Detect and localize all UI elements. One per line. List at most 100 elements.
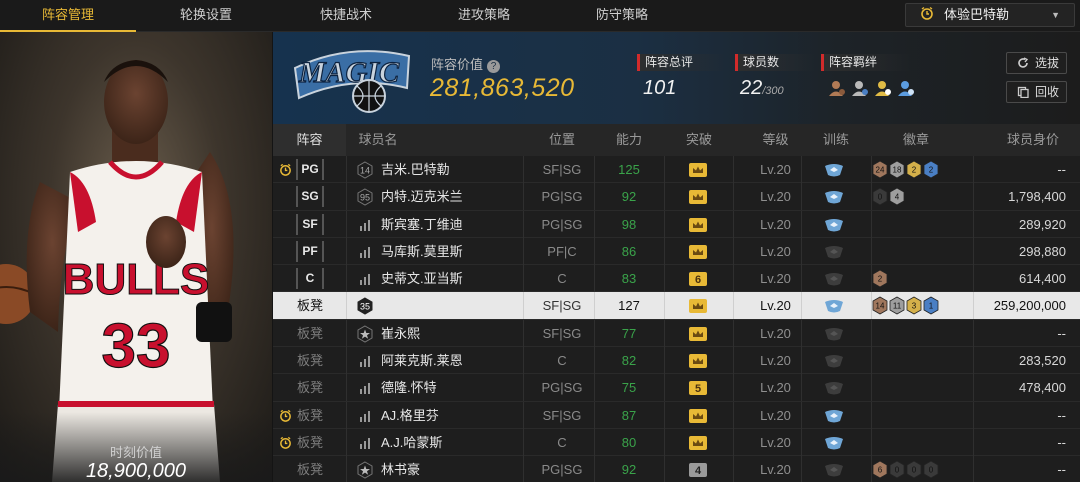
training-status[interactable] [823, 189, 845, 210]
team-bond-icons[interactable] [827, 78, 921, 98]
training-active-icon [825, 218, 843, 232]
player-name[interactable]: 内特.迈克米兰 [381, 183, 463, 210]
badge-count: 2 [878, 275, 883, 284]
col-training[interactable]: 训练 [801, 124, 871, 156]
training-status[interactable] [823, 217, 845, 238]
bond-icon-gold [875, 81, 891, 96]
lineup-slot[interactable]: 板凳 [287, 292, 333, 319]
training-status[interactable] [823, 271, 845, 292]
player-name[interactable]: 斯科特.皮蓬 [381, 292, 450, 319]
col-breakthrough[interactable]: 突破 [664, 124, 734, 156]
lineup-slot[interactable]: 板凳 [287, 429, 333, 456]
badge-group[interactable]: 14 11 3 1 [871, 296, 971, 315]
col-position[interactable]: 位置 [523, 124, 601, 156]
team-bond-label: 阵容羁绊 [821, 54, 911, 71]
badge-count: 6 [878, 466, 883, 475]
lineup-slot[interactable]: PF [296, 240, 324, 262]
column-divider [871, 210, 872, 238]
tab-rotation-settings[interactable]: 轮换设置 [136, 0, 276, 32]
table-row[interactable]: 板凳 林书豪 PG|SG 92 4 Lv.20 6 0 0 0 -- [273, 456, 1080, 482]
badge-group[interactable]: 2 [871, 269, 971, 288]
featured-player-panel: BULLS 33 时刻价值 18,900,000 [0, 32, 272, 482]
tab-quick-tactics[interactable]: 快捷战术 [276, 0, 416, 32]
player-name[interactable]: 阿莱克斯.莱恩 [381, 347, 463, 374]
tab-lineup-management[interactable]: 阵容管理 [0, 0, 136, 32]
badge-group[interactable]: 6 0 0 0 [871, 460, 971, 479]
training-status[interactable] [823, 408, 845, 429]
table-row[interactable]: C 史蒂文.亚当斯 C 83 6 Lv.20 2 614,400 [273, 265, 1080, 293]
col-worth[interactable]: 球员身价 [993, 124, 1073, 156]
player-name[interactable]: 斯宾塞.丁维迪 [381, 211, 463, 238]
player-name[interactable]: A.J.哈蒙斯 [381, 429, 442, 456]
lineup-slot[interactable]: SF [296, 213, 324, 235]
player-rating: 80 [621, 434, 637, 450]
col-rating[interactable]: 能力 [594, 124, 664, 156]
training-status[interactable] [823, 353, 845, 374]
column-divider [664, 156, 665, 183]
table-row[interactable]: 板凳 AJ.格里芬 SF|SG 87 Lv.20 -- [273, 401, 1080, 429]
player-name[interactable]: 德隆.怀特 [381, 374, 437, 401]
select-button[interactable]: 选拔 [1006, 52, 1067, 74]
lineup-slot[interactable]: 板凳 [287, 402, 333, 429]
training-status[interactable] [823, 326, 845, 347]
training-status[interactable] [823, 298, 845, 319]
team-value-label: 阵容价值? [431, 54, 501, 73]
training-status[interactable] [823, 244, 845, 265]
table-row[interactable]: 板凳 阿莱克斯.莱恩 C 82 Lv.20 283,520 [273, 347, 1080, 375]
table-row[interactable]: SG 95 内特.迈克米兰 PG|SG 92 Lv.20 0 4 1,798,400 [273, 183, 1080, 211]
training-status[interactable] [823, 380, 845, 401]
player-name[interactable]: 吉米.巴特勒 [381, 156, 450, 183]
player-select-dropdown[interactable]: 体验巴特勒 ▼ [905, 3, 1075, 27]
lineup-slot[interactable]: C [296, 268, 324, 290]
badge-icon: 2 [906, 160, 922, 179]
player-name[interactable]: 林书豪 [381, 456, 420, 482]
training-status[interactable] [823, 435, 845, 456]
lineup-slot[interactable]: 板凳 [287, 347, 333, 374]
tab-offense-strategy[interactable]: 进攻策略 [416, 0, 552, 32]
col-lineup[interactable]: 阵容 [273, 124, 346, 156]
breakthrough-badge: 4 [688, 462, 708, 482]
lineup-slot[interactable]: 板凳 [287, 456, 333, 482]
column-divider [346, 210, 347, 238]
table-row[interactable]: 板凳 德隆.怀特 PG|SG 75 5 Lv.20 478,400 [273, 374, 1080, 402]
lineup-slot[interactable]: SG [296, 186, 324, 208]
table-row[interactable]: SF 斯宾塞.丁维迪 PG|SG 98 Lv.20 289,920 [273, 210, 1080, 238]
badge-icon: 11 [889, 297, 905, 315]
badge-icon: 0 [923, 460, 939, 479]
tab-defense-strategy[interactable]: 防守策略 [552, 0, 692, 32]
svg-text:4: 4 [695, 465, 702, 477]
recycle-icon [1017, 86, 1029, 98]
lineup-slot[interactable]: 板凳 [287, 374, 333, 401]
player-name[interactable]: 史蒂文.亚当斯 [381, 265, 463, 292]
breakthrough-crown-icon [689, 163, 707, 177]
lineup-slot[interactable]: PG [296, 159, 324, 180]
help-icon[interactable]: ? [487, 60, 501, 73]
player-name[interactable]: 马库斯.莫里斯 [381, 238, 463, 265]
column-divider [346, 319, 347, 347]
table-row[interactable]: 板凳 崔永熙 SF|SG 77 Lv.20 -- [273, 319, 1080, 348]
badge-icon: 14 [872, 297, 888, 315]
bars-icon [360, 274, 370, 286]
col-player-name[interactable]: 球员名 [353, 124, 403, 156]
player-worth: -- [1057, 407, 1066, 423]
col-badges[interactable]: 徽章 [871, 124, 961, 156]
badge-group[interactable]: 04 [871, 187, 971, 206]
recycle-button[interactable]: 回收 [1006, 81, 1067, 103]
bars-icon [360, 437, 370, 449]
player-name[interactable]: 崔永熙 [381, 320, 420, 347]
breakthrough-crown-icon [689, 326, 707, 341]
bond-icon-blue [898, 81, 914, 96]
training-status[interactable] [823, 162, 845, 183]
player-count-max: /300 [762, 85, 784, 97]
table-row[interactable]: 板凳 A.J.哈蒙斯 C 80 Lv.20 -- [273, 428, 1080, 457]
column-divider [346, 156, 347, 183]
training-status[interactable] [823, 462, 845, 482]
player-name[interactable]: AJ.格里芬 [381, 402, 439, 429]
player-worth: 1,798,400 [1008, 189, 1066, 205]
bond-icon-bronze [829, 81, 845, 96]
table-row[interactable]: 板凳 35 斯科特.皮蓬 SF|SG 127 Lv.20 14 11 3 1 259,200,000 [273, 292, 1080, 320]
table-row[interactable]: PF 马库斯.莫里斯 PF|C 86 Lv.20 298,880 [273, 237, 1080, 266]
badge-group[interactable]: 24 18 2 2 [871, 160, 971, 179]
lineup-slot[interactable]: 板凳 [287, 320, 333, 347]
table-row[interactable]: PG 14 吉米.巴特勒 SF|SG 125 Lv.20 24 18 2 2 -- [273, 156, 1080, 184]
